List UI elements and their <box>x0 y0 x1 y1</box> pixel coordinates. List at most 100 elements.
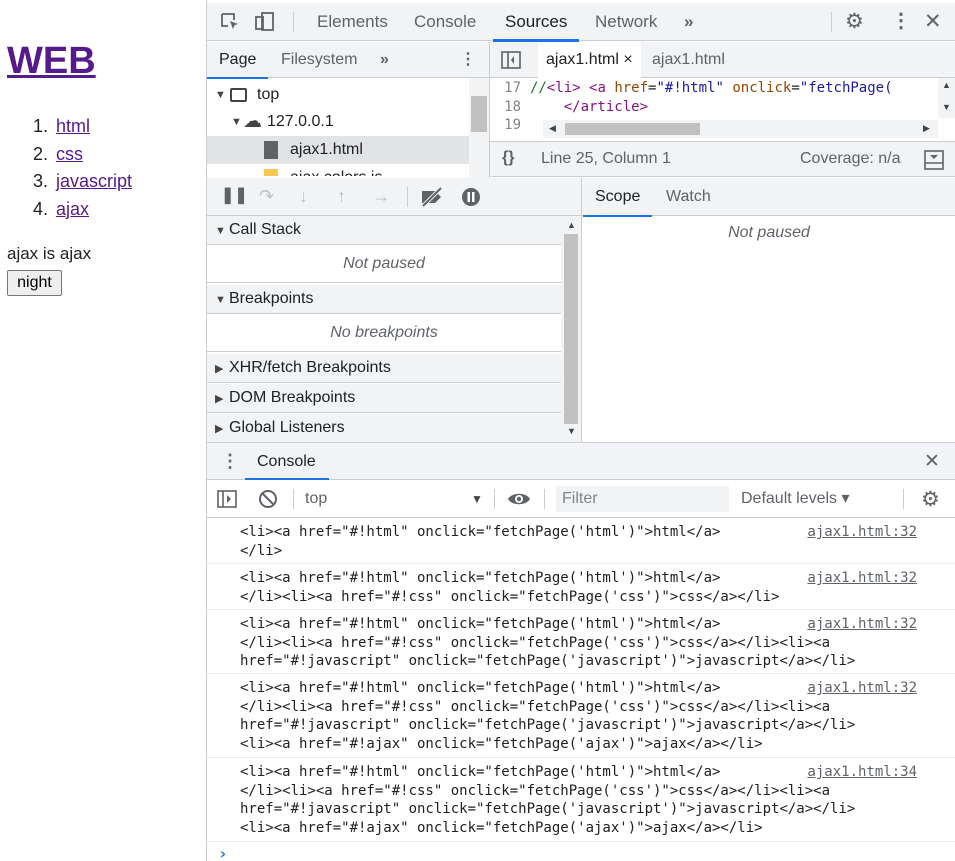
tab-filesystem[interactable]: Filesystem <box>281 42 357 78</box>
coverage-status[interactable]: Coverage: n/a <box>800 150 901 168</box>
console-source-link[interactable]: ajax1.html:34 <box>807 763 917 782</box>
xhr-breakpoints-header[interactable]: ▶ XHR/fetch Breakpoints <box>207 354 561 383</box>
tree-label: top <box>257 86 280 103</box>
global-listeners-header[interactable]: ▶ Global Listeners <box>207 414 561 442</box>
line-number[interactable]: 19 <box>490 117 521 133</box>
nav-item: 1. html <box>33 113 132 141</box>
section-title: Global Listeners <box>229 419 345 436</box>
default-levels-dropdown[interactable]: Default levels ▾ <box>741 480 850 518</box>
editor-tab-label[interactable]: ajax1.html <box>652 42 725 78</box>
device-toolbar-icon[interactable] <box>254 11 276 33</box>
tree-item-host[interactable]: ▼ ☁ 127.0.0.1 <box>207 108 469 136</box>
pause-on-exceptions-icon[interactable] <box>461 187 481 207</box>
more-tabs-icon[interactable]: » <box>684 3 693 41</box>
breakpoints-header[interactable]: ▼ Breakpoints <box>207 285 561 314</box>
scroll-thumb[interactable] <box>471 96 487 132</box>
nav-link-html[interactable]: html <box>56 116 90 136</box>
toggle-debugger-icon[interactable] <box>924 150 944 170</box>
dom-breakpoints-header[interactable]: ▶ DOM Breakpoints <box>207 384 561 413</box>
tab-scope[interactable]: Scope <box>582 178 653 217</box>
nav-list: 1. html 2. css 3. javascript 4. ajax <box>33 113 132 223</box>
editor-vscrollbar[interactable]: ▲ ▼ <box>938 78 955 118</box>
cursor-position: Line 25, Column 1 <box>541 150 671 167</box>
step-into-icon[interactable]: ↓ <box>299 187 308 205</box>
tree-item-selected-file[interactable]: ajax1.html <box>207 136 469 164</box>
toolbar-divider <box>407 187 408 207</box>
console-message: <li><a href="#!html" onclick="fetchPage(… <box>207 518 955 564</box>
settings-gear-icon[interactable]: ⚙ <box>845 11 864 32</box>
line-number[interactable]: 17 <box>490 80 521 96</box>
close-devtools-icon[interactable]: ✕ <box>924 11 942 32</box>
nav-number: 2. <box>33 143 49 164</box>
step-icon[interactable]: → <box>372 187 390 205</box>
navigator-menu-icon[interactable]: ⋮ <box>460 42 476 78</box>
heading-link[interactable]: WEB <box>7 40 96 82</box>
clear-console-icon[interactable] <box>258 489 278 509</box>
hscroll-thumb[interactable] <box>565 123 700 135</box>
context-dropdown-icon[interactable]: ▼ <box>471 480 483 518</box>
show-sidebar-icon[interactable] <box>217 489 237 509</box>
close-tab-icon[interactable]: × <box>623 51 632 68</box>
tree-item-partial-file[interactable]: ajax.colors.js <box>207 164 469 176</box>
nav-link-javascript[interactable]: javascript <box>56 171 132 191</box>
toolbar-divider <box>544 489 545 509</box>
editor-tab-active[interactable]: ajax1.html × <box>538 42 641 79</box>
drawer-tab-console[interactable]: Console <box>257 443 316 480</box>
pretty-print-icon[interactable]: {} <box>502 149 514 167</box>
nav-number: 1. <box>33 116 49 136</box>
frame-icon <box>230 88 247 102</box>
section-title: XHR/fetch Breakpoints <box>229 359 391 376</box>
editor-status-bar: {} Line 25, Column 1 Coverage: n/a <box>490 141 955 177</box>
tab-console[interactable]: Console <box>414 3 476 41</box>
tab-network[interactable]: Network <box>595 3 657 41</box>
console-prompt[interactable]: › <box>218 844 228 861</box>
devtools-panel: Elements Console Sources Network » ⚙ ⋮ ✕… <box>206 0 955 861</box>
tree-item-top[interactable]: ▼ top <box>207 81 469 109</box>
editor-hscrollbar[interactable]: ◀ ▶ <box>543 120 938 138</box>
inspect-element-icon[interactable] <box>219 11 241 33</box>
web-page: WEB 1. html 2. css 3. javascript 4. ajax aja… <box>0 0 206 861</box>
step-over-icon[interactable]: ↷ <box>259 187 274 205</box>
tab-watch[interactable]: Watch <box>666 178 711 216</box>
console-source-link[interactable]: ajax1.html:32 <box>807 679 917 698</box>
line-number[interactable]: 18 <box>490 99 521 115</box>
code-line: //<li> <a href="#!html" onclick="fetchPa… <box>530 80 893 96</box>
navigator-scrollbar[interactable] <box>469 78 489 178</box>
context-selector[interactable]: top <box>305 480 327 518</box>
navigator-tabs: Page Filesystem » ⋮ <box>206 42 489 79</box>
editor-tabs: ajax1.html × ajax1.html <box>490 42 955 79</box>
tab-elements[interactable]: Elements <box>317 3 388 41</box>
toolbar-divider <box>293 489 294 509</box>
nav-number: 4. <box>33 198 49 219</box>
file-icon <box>264 141 278 159</box>
nav-link-ajax[interactable]: ajax <box>56 199 89 219</box>
nav-item: 3. javascript <box>33 168 132 196</box>
more-navigator-tabs-icon[interactable]: » <box>380 42 389 78</box>
code-line: </article> <box>563 98 649 115</box>
step-out-icon[interactable]: ↑ <box>337 187 346 205</box>
toolbar-divider <box>293 12 294 32</box>
nav-item: 2. css <box>33 141 132 169</box>
drawer-menu-icon[interactable]: ⋮ <box>221 452 239 470</box>
section-title: DOM Breakpoints <box>229 389 356 406</box>
console-source-link[interactable]: ajax1.html:32 <box>807 523 917 542</box>
close-drawer-icon[interactable]: ✕ <box>924 452 940 471</box>
nav-link-css[interactable]: css <box>56 144 83 164</box>
debugger-scrollbar[interactable]: ▲ ▼ <box>561 216 581 442</box>
night-button[interactable]: night <box>7 270 62 296</box>
live-expression-eye-icon[interactable] <box>507 491 531 507</box>
deactivate-breakpoints-icon[interactable] <box>419 187 445 207</box>
console-source-link[interactable]: ajax1.html:32 <box>807 569 917 588</box>
call-stack-header[interactable]: ▼ Call Stack <box>207 216 561 245</box>
toggle-navigator-icon[interactable] <box>501 51 521 69</box>
scroll-thumb[interactable] <box>564 234 578 424</box>
filter-input[interactable]: Filter <box>556 486 729 512</box>
more-options-icon[interactable]: ⋮ <box>891 11 911 31</box>
pause-icon[interactable]: ❚❚ <box>221 188 248 204</box>
console-settings-gear-icon[interactable]: ⚙ <box>921 489 940 510</box>
console-source-link[interactable]: ajax1.html:32 <box>807 615 917 634</box>
tab-page[interactable]: Page <box>206 42 269 79</box>
devtools-main-toolbar: Elements Console Sources Network » ⚙ ⋮ ✕ <box>207 3 955 42</box>
tab-sources[interactable]: Sources <box>492 3 580 42</box>
tree-label: ajax1.html <box>290 141 363 158</box>
